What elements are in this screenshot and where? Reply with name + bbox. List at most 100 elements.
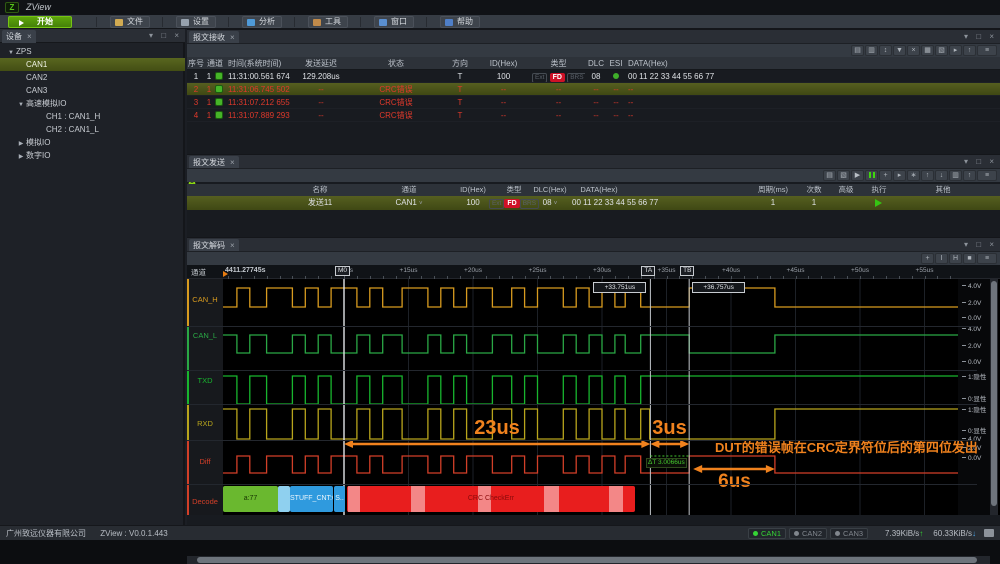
statusbar-channel-can3[interactable]: CAN3 xyxy=(830,528,868,539)
channel-color-strip xyxy=(187,370,189,404)
send-up-button[interactable]: ↑ xyxy=(921,170,934,181)
tree-item-label: 高速模拟IO xyxy=(26,99,66,108)
send-insert-button[interactable]: ▸ xyxy=(893,170,906,181)
menu-window-button[interactable]: 窗口 xyxy=(374,16,414,28)
sidebar-item-ch2-can1-l[interactable]: CH2 : CAN1_L xyxy=(0,123,185,136)
menu-tools-button[interactable]: 工具 xyxy=(308,16,348,28)
cell-data: -- xyxy=(625,109,1000,121)
receive-refresh-button[interactable]: ↕ xyxy=(879,45,892,56)
marker-badge-ta[interactable]: TA xyxy=(641,266,655,276)
send-tabbar: 报文发送× ▾ □ × xyxy=(187,155,1000,168)
marker-badge-m0[interactable]: M0 xyxy=(335,266,350,276)
receive-settings-button[interactable]: ▦ xyxy=(921,45,934,56)
decode-block[interactable]: S.. xyxy=(334,486,345,512)
send-pause-button[interactable] xyxy=(865,170,878,181)
table-row[interactable]: 2111:31:06.745 502--CRC错误T---------- xyxy=(187,83,1000,96)
table-row[interactable]: 3111:31:07.212 655--CRC错误T---------- xyxy=(187,96,1000,109)
start-button-label: 开始 xyxy=(37,17,53,26)
close-icon[interactable]: × xyxy=(27,32,32,41)
receive-columns-button[interactable]: ▧ xyxy=(935,45,948,56)
close-icon[interactable]: × xyxy=(230,241,235,250)
decode-window-buttons[interactable]: ▾ □ × xyxy=(964,240,997,249)
decode-crosshair-button[interactable]: + xyxy=(921,253,934,264)
statusbar-channel-can2[interactable]: CAN2 xyxy=(789,528,827,539)
decode-block[interactable]: CRC CheckErr xyxy=(347,486,635,512)
decode-block[interactable] xyxy=(278,486,290,512)
send-window-buttons[interactable]: ▾ □ × xyxy=(964,157,997,166)
waveform-area[interactable]: CAN_HCAN_LTXDRXDDiffDecode a:77STUFF_CNT… xyxy=(187,279,1000,515)
sidebar-item--io[interactable]: ▶数字IO xyxy=(0,149,185,162)
execute-play-button[interactable] xyxy=(875,199,882,207)
send-columns-button[interactable]: ▧ xyxy=(837,170,850,181)
sidebar-item-can2[interactable]: CAN2 xyxy=(0,71,185,84)
main-content: 报文接收× ▾ □ × ▤▥↕▼×▦▧▸↑≡ 序号通道时间(系统时间)发送延迟状… xyxy=(187,29,1000,525)
tools-icon xyxy=(313,19,321,26)
statusbar-channel-can1[interactable]: CAN1 xyxy=(748,528,786,539)
decode-block[interactable]: a:77 xyxy=(223,486,278,512)
close-icon[interactable]: × xyxy=(230,33,235,42)
menu-help-button[interactable]: 帮助 xyxy=(440,16,480,28)
menu-analysis-button[interactable]: 分析 xyxy=(242,16,282,28)
send-favorite-button[interactable]: ∗ xyxy=(907,170,920,181)
brs-badge: BRS xyxy=(567,73,585,82)
cell-delay: -- xyxy=(295,96,347,108)
send-menu-button[interactable]: ≡ xyxy=(977,170,997,181)
decode-snapshot-button[interactable]: ■ xyxy=(963,253,976,264)
gear-icon xyxy=(181,19,189,26)
send-channel-select[interactable]: CAN1 ˅ xyxy=(395,196,422,211)
axis-label: 0:显性 xyxy=(962,425,986,435)
receive-save-button[interactable]: ▤ xyxy=(851,45,864,56)
expander-icon[interactable]: ▶ xyxy=(16,151,26,164)
cell-seq: 3 xyxy=(187,96,205,108)
send-save-button[interactable]: ▤ xyxy=(823,170,836,181)
axis-label: 2.0V xyxy=(962,343,981,350)
receive-run-button[interactable]: ▸ xyxy=(949,45,962,56)
receive-open-button[interactable]: ▥ xyxy=(865,45,878,56)
send-down-button[interactable]: ↓ xyxy=(935,170,948,181)
receive-clear-button[interactable]: × xyxy=(907,45,920,56)
send-export-button[interactable]: ↑ xyxy=(963,170,976,181)
channel-color-strip xyxy=(187,326,189,370)
column-header: 通道 xyxy=(205,57,225,69)
sidebar-window-buttons[interactable]: ▾ □ × xyxy=(149,31,182,40)
sidebar-item-can1[interactable]: CAN1 xyxy=(0,58,185,71)
axis-label: 1:隐性 xyxy=(962,404,986,414)
receive-filter-button[interactable]: ▼ xyxy=(893,45,906,56)
wave-rxd xyxy=(223,409,958,439)
receive-window-buttons[interactable]: ▾ □ × xyxy=(964,32,997,41)
wave-can-l xyxy=(223,335,958,353)
tab-device[interactable]: 设备× xyxy=(2,30,36,43)
sidebar-item-zps[interactable]: ▼ZPS xyxy=(0,45,185,58)
decode-cursor-button[interactable]: I xyxy=(935,253,948,264)
close-icon[interactable]: × xyxy=(230,158,235,167)
decode-block[interactable]: STUFF_CNT:6 xyxy=(290,486,333,512)
send-add-button[interactable]: + xyxy=(879,170,892,181)
column-header: DATA(Hex) xyxy=(625,57,1000,69)
sidebar-item-ch1-can1-h[interactable]: CH1 : CAN1_H xyxy=(0,110,185,123)
sidebar-item-can3[interactable]: CAN3 xyxy=(0,84,185,97)
horizontal-scrollbar-handle[interactable] xyxy=(197,557,977,563)
time-ruler[interactable]: 通道 4411.27745s +10us+15us+20us+25us+30us… xyxy=(187,265,1000,279)
receive-export-button[interactable]: ↑ xyxy=(963,45,976,56)
send-dlc-select[interactable]: 08 ˅ xyxy=(543,196,558,211)
send-copy-button[interactable]: ▥ xyxy=(949,170,962,181)
vertical-scrollbar-handle[interactable] xyxy=(991,281,997,506)
row-separator xyxy=(187,404,977,405)
sidebar-item--io[interactable]: ▶模拟IO xyxy=(0,136,185,149)
horizontal-scrollbar[interactable] xyxy=(187,556,990,564)
vertical-scrollbar[interactable] xyxy=(990,279,998,515)
send-play-button[interactable]: ▶ xyxy=(851,170,864,181)
menu-settings-button[interactable]: 设置 xyxy=(176,16,216,28)
marker-badge-tb[interactable]: TB xyxy=(680,266,694,276)
decode-menu-button[interactable]: ≡ xyxy=(977,253,997,264)
sidebar-item--io[interactable]: ▼高速模拟IO xyxy=(0,97,185,110)
receive-menu-button[interactable]: ≡ xyxy=(977,45,997,56)
table-row[interactable]: 4111:31:07.889 293--CRC错误T---------- xyxy=(187,109,1000,122)
start-button[interactable]: 开始 xyxy=(8,16,72,28)
ruler-scale: 4411.27745s +10us+15us+20us+25us+30us+35… xyxy=(223,265,958,279)
decode-fit-button[interactable]: H xyxy=(949,253,962,264)
cell-time: 11:31:06.745 502 xyxy=(225,83,295,95)
table-row[interactable]: 1111:31:00.561 674129.208usT100Ext FD BR… xyxy=(187,70,1000,83)
menu-file-button[interactable]: 文件 xyxy=(110,16,150,28)
cell-type: -- xyxy=(532,96,585,108)
